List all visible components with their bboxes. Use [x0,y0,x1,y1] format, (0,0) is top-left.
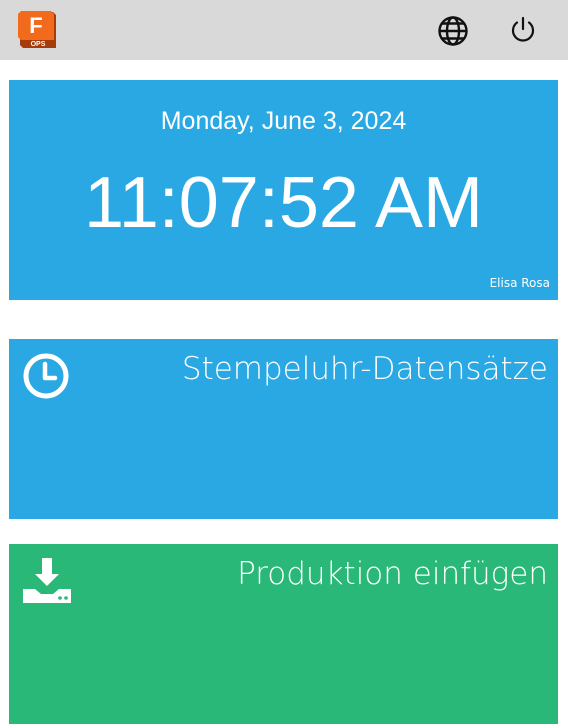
power-icon [511,16,535,42]
clock-panel: Monday, June 3, 2024 11:07:52 AM Elisa R… [9,80,558,300]
time-clock-records-tile[interactable]: Stempeluhr-Datensätze [9,339,558,519]
language-button[interactable] [436,14,470,48]
logout-button[interactable] [507,14,539,46]
clock-icon [23,353,69,399]
tile-label: Produktion einfügen [237,556,548,592]
download-icon [23,558,71,604]
insert-production-tile[interactable]: Produktion einfügen [9,544,558,724]
current-user: Elisa Rosa [489,276,550,290]
globe-icon [438,16,468,46]
app-logo: F OPS [18,10,58,50]
current-time: 11:07:52 AM [84,163,483,243]
tile-label: Stempeluhr-Datensätze [181,351,548,387]
top-bar: F OPS [0,0,568,60]
current-date: Monday, June 3, 2024 [160,107,407,135]
logo-letter: F [29,13,42,38]
logo-sub: OPS [31,41,46,48]
